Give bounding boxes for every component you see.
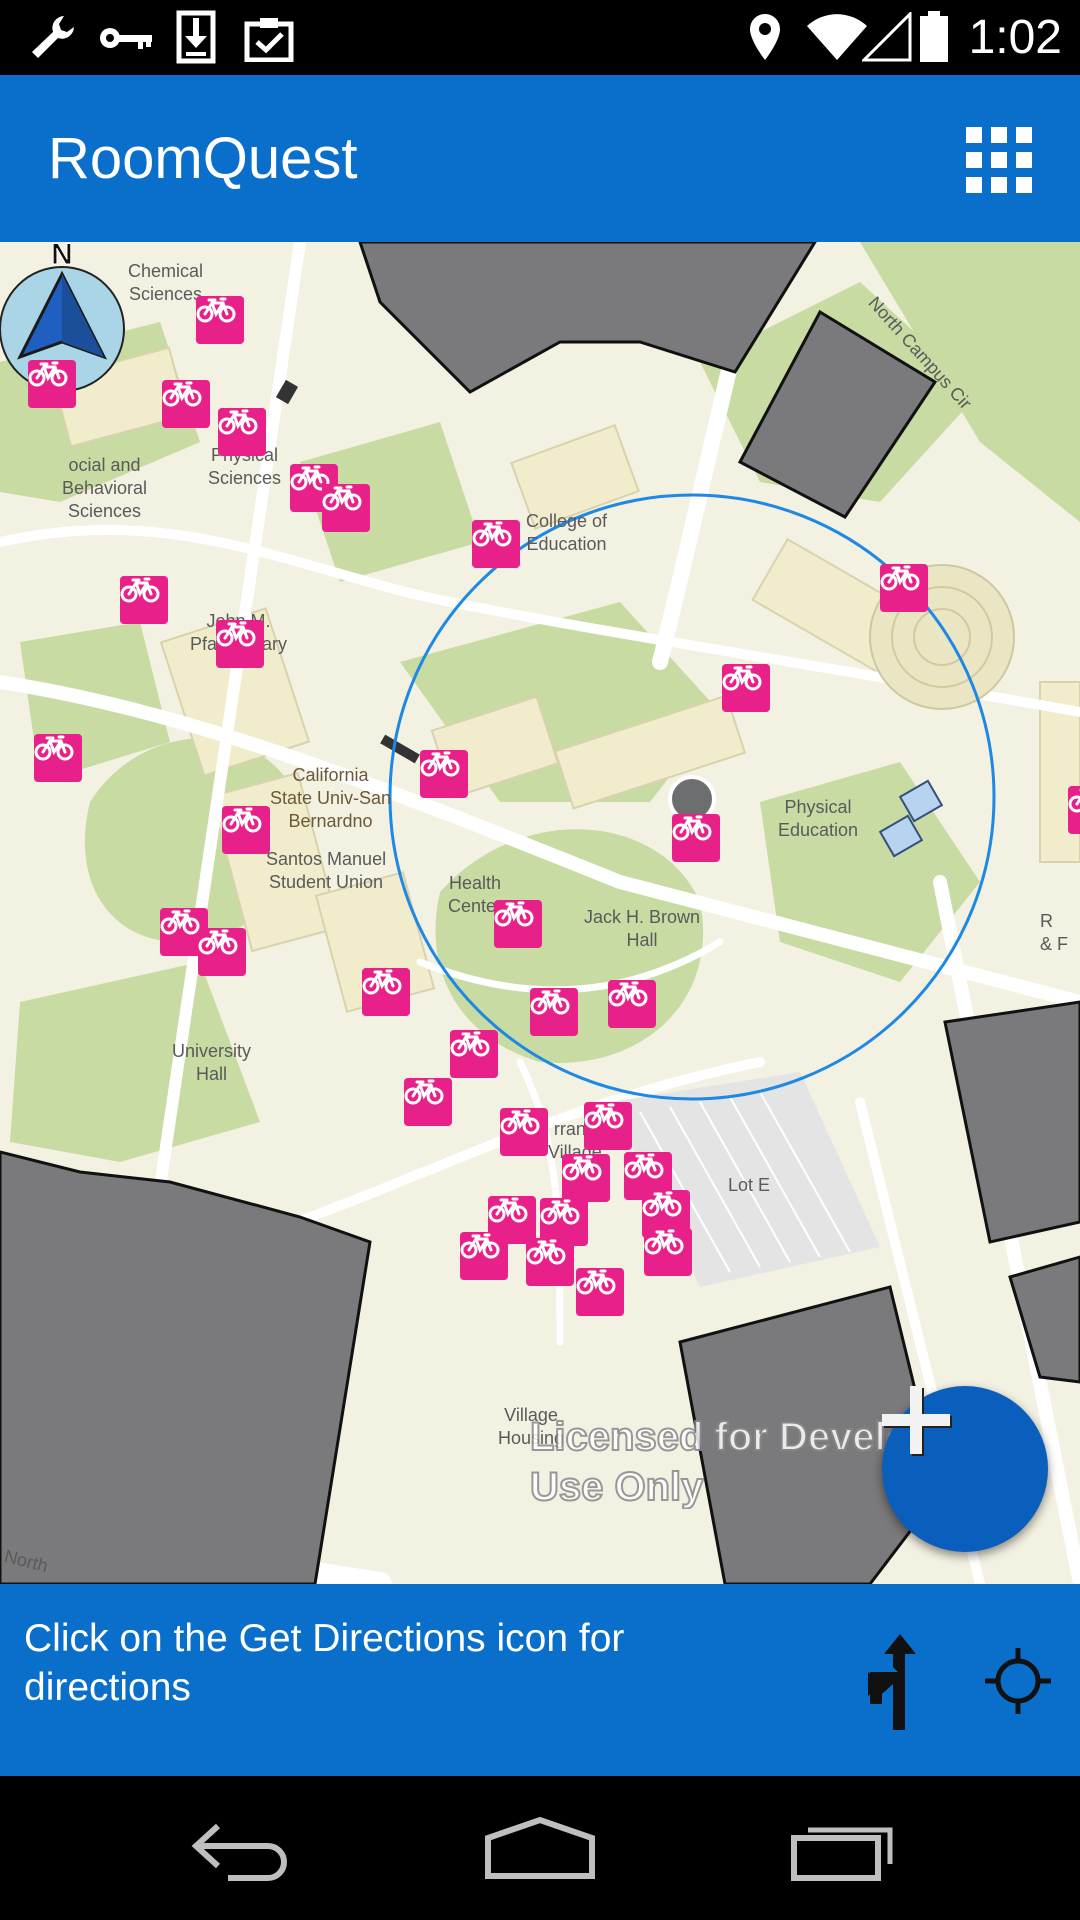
bicycle-marker[interactable] [120,576,168,624]
bicycle-icon [722,665,762,691]
bicycle-icon [28,361,68,387]
bicycle-marker[interactable] [404,1078,452,1126]
bicycle-marker[interactable] [450,1030,498,1078]
bicycle-icon [196,297,236,323]
bicycle-icon [362,969,402,995]
bicycle-marker[interactable] [562,1154,610,1202]
bicycle-marker[interactable] [28,360,76,408]
clipboard-check-icon [244,18,294,62]
bicycle-marker[interactable] [722,664,770,712]
bicycle-icon [460,1233,500,1259]
location-pin-icon [750,14,780,60]
bicycle-icon [222,807,262,833]
bicycle-marker[interactable] [362,968,410,1016]
directions-message: Click on the Get Directions icon for dir… [24,1617,625,1709]
wrench-icon [32,16,74,58]
compass-n-label: N [51,242,73,271]
bicycle-icon [162,381,202,407]
bicycle-marker[interactable] [1068,786,1080,834]
label-jack-brown-hall: Jack H. Brown Hall [584,907,701,950]
bicycle-icon [584,1103,624,1129]
bicycle-marker[interactable] [196,296,244,344]
bicycle-icon [608,981,648,1007]
bicycle-icon [472,521,512,547]
bicycle-icon [488,1197,528,1223]
bicycle-icon [218,409,258,435]
bicycle-icon [494,901,534,927]
bicycle-marker[interactable] [162,380,210,428]
app-title: RoomQuest [48,126,358,191]
label-social-behavioral-sciences: ocial and Behavioral Sciences [62,455,148,521]
bicycle-marker[interactable] [672,814,720,862]
bicycle-icon [530,989,570,1015]
bicycle-icon [160,909,200,935]
add-fab-button[interactable] [882,1386,1048,1552]
bicycle-marker[interactable] [530,988,578,1036]
bicycle-marker[interactable] [576,1268,624,1316]
key-icon [100,28,152,49]
bicycle-icon [672,815,712,841]
bicycle-icon [526,1239,566,1265]
bicycle-icon [420,751,460,777]
recent-apps-icon[interactable] [790,1816,896,1882]
directions-panel: Click on the Get Directions icon for dir… [0,1584,1080,1776]
bicycle-icon [880,565,920,591]
bicycle-marker[interactable] [460,1232,508,1280]
bicycle-icon [642,1191,682,1217]
system-nav-bar [0,1776,1080,1920]
app-bar: RoomQuest [0,75,1080,242]
bicycle-marker[interactable] [500,1108,548,1156]
bicycle-icon [450,1031,490,1057]
bicycle-marker[interactable] [198,928,246,976]
clock-time: 1:02 [968,11,1062,64]
bicycle-icon [576,1269,616,1295]
label-chemical-sciences: Chemical Sciences [128,261,204,304]
turn-directions-icon[interactable] [860,1632,938,1732]
bicycle-icon [404,1079,444,1105]
bicycle-marker[interactable] [644,1228,692,1276]
battery-icon [920,11,948,62]
back-icon[interactable] [188,1816,292,1882]
grid-apps-icon[interactable] [966,127,1032,193]
status-bar: 1:02 [0,0,1080,75]
bicycle-icon [198,929,238,955]
download-icon [176,10,216,64]
bicycle-marker[interactable] [34,734,82,782]
label-lot-e: Lot E [728,1175,771,1195]
bicycle-icon [1068,788,1080,813]
label-csusb: California State Univ-San Bernardno [270,765,392,831]
bicycle-marker[interactable] [494,900,542,948]
bicycle-icon [34,735,74,761]
bicycle-marker[interactable] [216,620,264,668]
bicycle-icon [624,1153,664,1179]
crosshair-locate-icon[interactable] [983,1646,1053,1716]
map-view[interactable]: Chemical Sciences Physical Sciences ocia… [0,242,1080,1584]
bicycle-marker[interactable] [584,1102,632,1150]
bicycle-marker[interactable] [472,520,520,568]
bicycle-icon [500,1109,540,1135]
bicycle-icon [540,1199,580,1225]
bicycle-icon [216,621,256,647]
label-student-union: Santos Manuel Student Union [266,849,387,892]
bicycle-marker[interactable] [420,750,468,798]
bicycle-marker[interactable] [222,806,270,854]
bicycle-marker[interactable] [526,1238,574,1286]
plus-icon [882,1386,952,1456]
label-physical-education: Physical Education [778,797,859,840]
bicycle-marker[interactable] [608,980,656,1028]
bicycle-marker[interactable] [322,484,370,532]
home-icon[interactable] [484,1816,596,1882]
bicycle-icon [120,577,160,603]
label-university-hall: University Hall [172,1041,252,1084]
bicycle-icon [322,485,362,511]
label-edge-building: R & F [1040,911,1069,954]
bicycle-marker[interactable] [880,564,928,612]
wifi-icon [807,14,867,60]
bicycle-icon [644,1229,684,1255]
cell-signal-icon [862,12,912,62]
bicycle-icon [562,1155,602,1181]
bicycle-marker[interactable] [218,408,266,456]
label-college-of-education: College of Education [526,511,608,554]
